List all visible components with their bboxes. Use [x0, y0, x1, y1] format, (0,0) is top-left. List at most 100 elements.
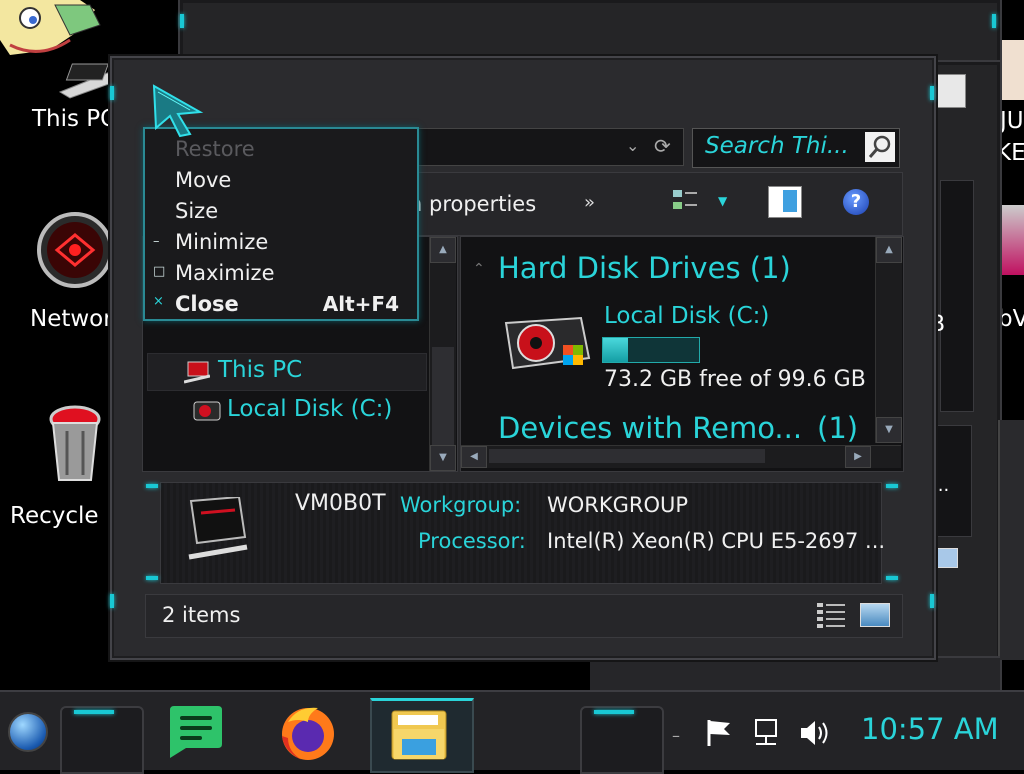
background-window-pane	[940, 180, 974, 412]
workgroup-label: Workgroup:	[400, 493, 522, 517]
content-scrollbar[interactable]: ▲ ▼	[875, 237, 902, 443]
address-bar[interactable]	[408, 128, 684, 166]
window-accent	[146, 484, 158, 488]
group-header-devices-count: (1)	[817, 411, 859, 445]
content-hscrollbar[interactable]: ◀ ▶	[461, 445, 901, 468]
large-icons-view-icon[interactable]	[860, 603, 890, 627]
desktop-icon-right-mid[interactable]	[1000, 205, 1024, 275]
menu-item-maximize[interactable]: □ Maximize	[145, 257, 413, 287]
processor-label: Processor:	[418, 529, 526, 553]
window-accent	[886, 484, 898, 488]
hscroll-thumb[interactable]	[489, 449, 765, 463]
cartoon-corner-image	[0, 0, 110, 60]
chevron-down-icon[interactable]: ⌄	[626, 136, 639, 155]
drive-name: Local Disk (C:)	[604, 303, 770, 329]
properties-button[interactable]: n properties	[409, 192, 536, 216]
menu-item-label: Move	[175, 168, 232, 192]
volume-icon[interactable]	[798, 718, 832, 748]
search-icon[interactable]	[865, 132, 895, 162]
desktop-icon-label: This PC	[32, 106, 117, 132]
mouse-cursor-icon	[152, 84, 204, 138]
menu-item-size[interactable]: Size	[145, 195, 413, 225]
menu-item-move[interactable]: Move	[145, 164, 413, 194]
items-count: 2 items	[162, 603, 241, 627]
menu-item-shortcut: Alt+F4	[322, 292, 399, 316]
computer-name: VM0B0T	[295, 491, 386, 516]
taskbar-accent	[594, 710, 634, 714]
view-dropdown-icon[interactable]: ▼	[718, 194, 727, 208]
toolbar-more-button[interactable]: »	[584, 192, 595, 213]
content-pane[interactable]: ⌃ Hard Disk Drives (1) Local Disk (C:) 7…	[460, 236, 904, 472]
menu-item-label: Size	[175, 199, 219, 223]
tray-overflow-icon[interactable]: –	[672, 726, 680, 745]
refresh-icon[interactable]: ⟳	[654, 134, 671, 158]
window-accent	[110, 86, 114, 100]
local-disk-icon	[193, 401, 221, 421]
group-header-devices[interactable]: Devices with Remo...	[498, 411, 802, 445]
window-accent	[180, 14, 184, 28]
menu-item-close[interactable]: × Close Alt+F4	[145, 288, 413, 318]
menu-item-minimize[interactable]: – Minimize	[145, 226, 413, 256]
menu-item-label: Close	[175, 292, 239, 316]
taskbar-app-firefox[interactable]	[278, 702, 338, 762]
nav-item-this-pc[interactable]: This PC	[147, 353, 427, 391]
taskbar-app-file-explorer[interactable]	[370, 698, 474, 773]
speech-bubble-icon	[170, 706, 222, 758]
drive-free-space: 73.2 GB free of 99.6 GB	[604, 367, 866, 392]
clock[interactable]: 10:57 AM	[861, 712, 999, 746]
scroll-down-button[interactable]: ▼	[430, 445, 456, 471]
network-icon	[37, 212, 113, 288]
start-button[interactable]	[8, 712, 48, 752]
workgroup-value: WORKGROUP	[547, 493, 689, 517]
maximize-icon: □	[153, 264, 166, 279]
network-icon[interactable]	[750, 718, 782, 748]
drive-item-local-disk[interactable]: Local Disk (C:) 73.2 GB free of 99.6 GB	[501, 303, 881, 399]
action-center-flag-icon[interactable]	[704, 718, 734, 748]
nav-item-local-disk[interactable]: Local Disk (C:)	[147, 393, 425, 429]
desktop-label-ju: JU	[1000, 108, 1024, 134]
window-context-menu[interactable]: Restore Move Size – Minimize □ Maximize …	[143, 127, 419, 321]
menu-item-label: Restore	[175, 137, 255, 161]
window-accent	[110, 594, 114, 608]
minimize-icon: –	[153, 234, 160, 249]
background-window-edge	[998, 420, 1024, 660]
firefox-icon	[282, 707, 334, 760]
window-accent	[930, 594, 934, 608]
close-icon: ×	[153, 294, 164, 309]
computer-icon	[188, 497, 248, 560]
scroll-thumb[interactable]	[432, 347, 454, 447]
scroll-down-button[interactable]: ▼	[876, 417, 902, 443]
desktop-icon-label: Networ	[30, 306, 113, 332]
view-options-icon[interactable]	[672, 188, 698, 214]
scroll-up-button[interactable]: ▲	[430, 237, 456, 263]
search-input[interactable]: Search Thi...	[705, 133, 849, 159]
preview-pane-icon[interactable]	[768, 186, 802, 218]
scroll-right-button[interactable]: ▶	[845, 446, 871, 468]
taskbar-app-speech[interactable]	[166, 704, 226, 758]
group-collapse-icon[interactable]: ⌃	[473, 261, 485, 277]
recycle-bin-icon	[49, 405, 101, 481]
folder-icon	[391, 710, 447, 760]
nav-item-label: Local Disk (C:)	[227, 396, 393, 422]
processor-value: Intel(R) Xeon(R) CPU E5-2697 ...	[547, 529, 886, 553]
menu-item-label: Maximize	[175, 261, 275, 285]
menu-item-label: Minimize	[175, 230, 269, 254]
local-disk-drive-icon	[504, 316, 591, 370]
taskbar-slot	[580, 706, 664, 774]
scroll-left-button[interactable]: ◀	[461, 446, 487, 468]
taskbar: – 10:57 AM	[0, 690, 1024, 774]
nav-scrollbar[interactable]: ▲ ▼	[429, 237, 456, 471]
search-box[interactable]: Search Thi...	[692, 128, 900, 168]
background-window-search-icon	[932, 74, 966, 108]
this-pc-icon	[184, 361, 210, 384]
taskbar-slot	[60, 706, 144, 774]
scroll-up-button[interactable]: ▲	[876, 237, 902, 263]
window-accent	[146, 576, 158, 580]
help-icon[interactable]: ?	[843, 189, 869, 215]
drive-usage-bar	[602, 337, 700, 363]
window-accent	[886, 576, 898, 580]
details-view-icon[interactable]	[816, 601, 846, 629]
details-pane: VM0B0T Workgroup: WORKGROUP Processor: I…	[160, 482, 886, 584]
group-header-hard-disk[interactable]: Hard Disk Drives (1)	[498, 251, 791, 285]
background-window-bottom	[590, 656, 1000, 692]
